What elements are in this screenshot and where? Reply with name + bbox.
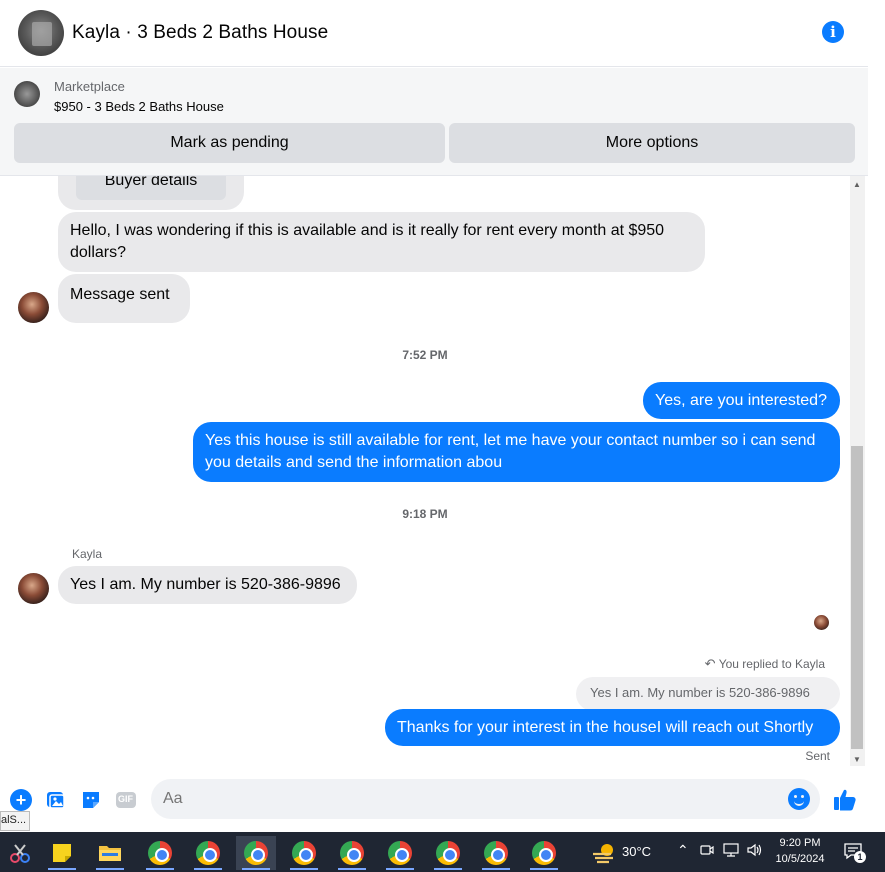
marketplace-panel: Marketplace $950 - 3 Beds 2 Baths House …	[0, 68, 868, 176]
sender-name: Kayla	[72, 547, 103, 561]
notification-count: 1	[854, 851, 866, 863]
reply-icon: ↶	[704, 656, 716, 671]
weather-icon[interactable]	[584, 836, 624, 870]
emoji-icon[interactable]	[788, 788, 810, 810]
chevron-up-icon[interactable]: ⌃	[677, 842, 689, 859]
chrome-icon[interactable]	[380, 836, 420, 870]
app-running-indicator	[530, 868, 558, 870]
outgoing-message[interactable]: Yes this house is still available for re…	[193, 422, 840, 482]
messenger-window: Kayla · 3 Beds 2 Baths House i Marketpla…	[0, 0, 868, 832]
app-running-indicator	[434, 868, 462, 870]
app-running-indicator	[290, 868, 318, 870]
taskbar-clock[interactable]: 9:20 PM 10/5/2024	[770, 835, 830, 867]
chrome-icon[interactable]	[476, 836, 516, 870]
chrome-icon[interactable]	[284, 836, 324, 870]
reply-indicator: ↶ You replied to Kayla	[705, 656, 825, 672]
chat-scrollbar[interactable]: ▲ ▼	[850, 176, 865, 766]
seen-avatar	[814, 615, 829, 630]
gif-label: GIF	[118, 794, 133, 804]
mark-as-pending-button[interactable]: Mark as pending	[14, 123, 445, 163]
conversation-header: Kayla · 3 Beds 2 Baths House i	[0, 0, 868, 67]
buyer-details-card: Buyer details	[58, 176, 244, 210]
snipping-tool-icon[interactable]	[0, 836, 40, 870]
message-input-wrapper	[151, 779, 820, 819]
tooltip: alS...	[0, 811, 30, 831]
meet-now-icon[interactable]	[700, 842, 714, 861]
gif-icon[interactable]: GIF	[115, 789, 137, 811]
incoming-message[interactable]: Hello, I was wondering if this is availa…	[58, 212, 705, 272]
chrome-icon[interactable]	[332, 836, 372, 870]
sender-avatar[interactable]	[18, 573, 49, 604]
info-icon[interactable]: i	[822, 21, 844, 43]
app-running-indicator	[146, 868, 174, 870]
timestamp: 7:52 PM	[402, 348, 448, 362]
incoming-message[interactable]: Yes I am. My number is 520-386-9896	[58, 566, 357, 604]
chrome-icon[interactable]	[236, 836, 276, 870]
chrome-icon[interactable]	[524, 836, 564, 870]
sticky-notes-icon[interactable]	[42, 836, 82, 870]
conversation-title[interactable]: Kayla · 3 Beds 2 Baths House	[72, 22, 328, 44]
message-list: Buyer details Hello, I was wondering if …	[0, 176, 850, 766]
taskbar: 30°C ⌃ 9:20 PM 10/5/2024 1	[0, 832, 885, 872]
incoming-message[interactable]: Message sent	[58, 274, 190, 323]
scroll-thumb[interactable]	[851, 446, 863, 749]
message-composer: + GIF	[0, 770, 868, 828]
plus-icon[interactable]: +	[10, 789, 32, 811]
file-explorer-icon[interactable]	[90, 836, 130, 870]
clock-date: 10/5/2024	[775, 853, 825, 865]
weather-temperature[interactable]: 30°C	[622, 844, 651, 859]
app-running-indicator	[482, 868, 510, 870]
network-icon[interactable]	[722, 842, 740, 861]
sender-avatar[interactable]	[18, 292, 49, 323]
app-running-indicator	[194, 868, 222, 870]
scroll-down-arrow[interactable]: ▼	[853, 755, 861, 764]
sticker-icon[interactable]	[80, 789, 102, 811]
chrome-icon[interactable]	[140, 836, 180, 870]
buyer-details-button[interactable]: Buyer details	[76, 176, 226, 200]
clock-time: 9:20 PM	[779, 837, 821, 849]
scroll-up-arrow[interactable]: ▲	[853, 180, 861, 189]
chrome-icon[interactable]	[428, 836, 468, 870]
outgoing-message[interactable]: Thanks for your interest in the houseI w…	[385, 709, 840, 746]
app-running-indicator	[386, 868, 414, 870]
message-status: Sent	[805, 749, 830, 763]
chrome-icon[interactable]	[188, 836, 228, 870]
listing-title[interactable]: $950 - 3 Beds 2 Baths House	[54, 99, 224, 114]
app-running-indicator	[48, 868, 76, 870]
outgoing-message[interactable]: Yes, are you interested?	[643, 382, 840, 419]
volume-icon[interactable]	[746, 842, 764, 861]
photo-icon[interactable]	[45, 789, 67, 811]
app-running-indicator	[96, 868, 124, 870]
listing-thumbnail	[14, 81, 40, 107]
message-input[interactable]	[163, 779, 783, 819]
reply-note-text: You replied to Kayla	[718, 657, 825, 671]
more-options-button[interactable]: More options	[449, 123, 855, 163]
like-icon[interactable]	[832, 787, 858, 813]
marketplace-label: Marketplace	[54, 79, 125, 94]
app-running-indicator	[242, 868, 270, 870]
app-running-indicator	[338, 868, 366, 870]
quoted-message[interactable]: Yes I am. My number is 520-386-9896	[576, 677, 840, 711]
timestamp: 9:18 PM	[402, 507, 448, 521]
conversation-avatar[interactable]	[18, 10, 64, 56]
